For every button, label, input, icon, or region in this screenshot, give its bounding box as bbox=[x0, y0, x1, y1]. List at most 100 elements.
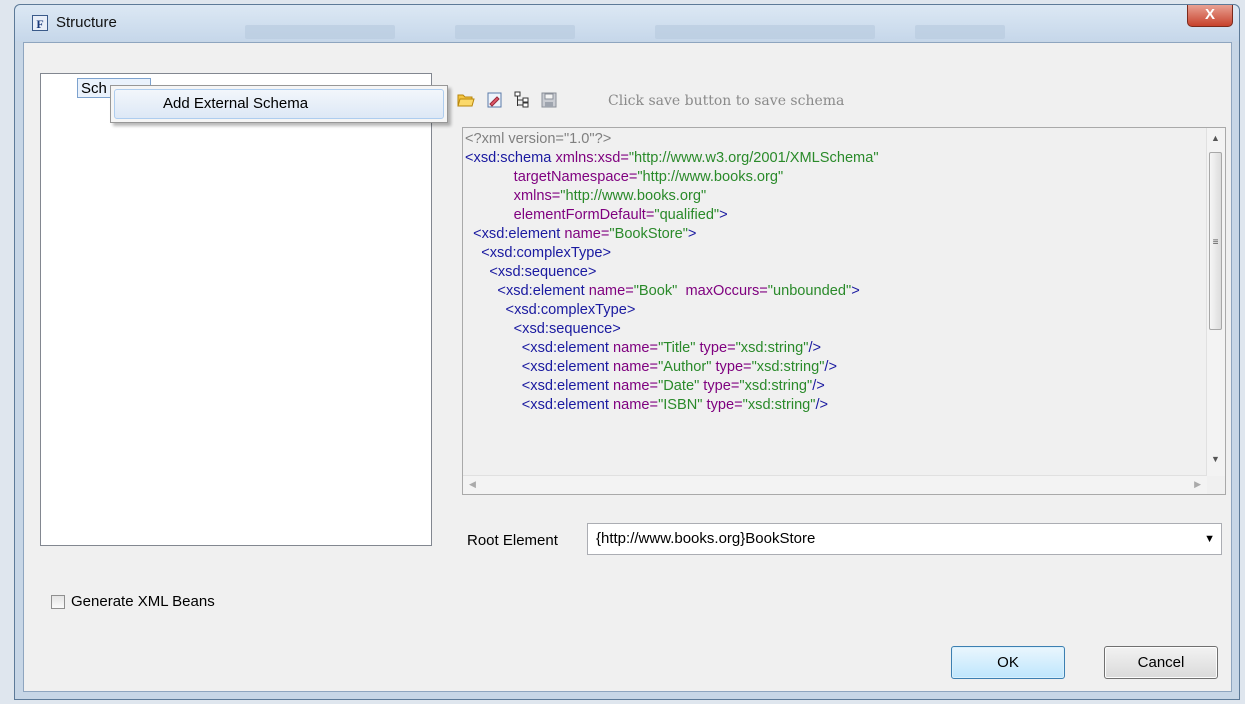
code-token: type= bbox=[695, 340, 736, 356]
code-token: name= bbox=[613, 397, 659, 413]
edit-document-icon[interactable] bbox=[486, 91, 504, 109]
tree-structure-icon[interactable] bbox=[514, 91, 532, 109]
schema-tree-panel[interactable]: Sch bbox=[40, 73, 432, 546]
code-token: <xsd:element bbox=[465, 359, 614, 375]
code-token: "http://www.w3.org/2001/XMLSchema" bbox=[628, 150, 879, 166]
code-token: > bbox=[851, 283, 860, 299]
scroll-up-icon[interactable]: ▲ bbox=[1211, 133, 1220, 143]
structure-dialog: F Structure X Sch Click save button to s… bbox=[14, 4, 1240, 700]
code-token: name= bbox=[613, 378, 659, 394]
root-element-select[interactable]: {http://www.books.org}BookStore ▼ bbox=[587, 523, 1222, 555]
code-token: <xsd:schema bbox=[465, 150, 556, 166]
code-token: elementFormDefault= bbox=[513, 207, 655, 223]
code-line: <xsd:complexType> bbox=[465, 301, 879, 320]
code-line: targetNamespace="http://www.books.org" bbox=[465, 168, 879, 187]
code-line: xmlns="http://www.books.org" bbox=[465, 187, 879, 206]
code-token: "Title" bbox=[658, 340, 696, 356]
close-button[interactable]: X bbox=[1187, 5, 1233, 27]
generate-xml-beans-label[interactable]: Generate XML Beans bbox=[71, 593, 215, 610]
code-line: <xsd:element name="Date" type="xsd:strin… bbox=[465, 377, 879, 396]
code-line: elementFormDefault="qualified"> bbox=[465, 206, 879, 225]
code-token: type= bbox=[711, 359, 752, 375]
code-token: <xsd:element bbox=[465, 283, 589, 299]
code-token: /> bbox=[815, 397, 829, 413]
schema-editor[interactable]: <?xml version="1.0"?> <xsd:schema xmlns:x… bbox=[462, 127, 1226, 495]
background-ghost bbox=[655, 25, 875, 39]
code-token: "xsd:string" bbox=[742, 397, 816, 413]
code-token: name= bbox=[588, 283, 634, 299]
code-token: "Book" bbox=[633, 283, 678, 299]
code-token: type= bbox=[702, 397, 743, 413]
window-title: Structure bbox=[56, 14, 117, 31]
code-line: <xsd:element name="BookStore"> bbox=[465, 225, 879, 244]
code-line: <xsd:schema xmlns:xsd="http://www.w3.org… bbox=[465, 149, 879, 168]
code-token: name= bbox=[613, 340, 659, 356]
code-token: type= bbox=[699, 378, 740, 394]
code-token: "http://www.books.org" bbox=[637, 169, 784, 185]
code-area[interactable]: <?xml version="1.0"?> <xsd:schema xmlns:x… bbox=[465, 130, 879, 415]
grip-icon: ≡ bbox=[1212, 237, 1219, 248]
code-token: /> bbox=[808, 340, 822, 356]
code-token: name= bbox=[564, 226, 610, 242]
title-bar[interactable]: F Structure X bbox=[15, 5, 1239, 41]
code-line: <xsd:element name="Book" maxOccurs="unbo… bbox=[465, 282, 879, 301]
code-token: targetNamespace= bbox=[513, 169, 638, 185]
code-token: "qualified" bbox=[654, 207, 720, 223]
code-token: <xsd:complexType> bbox=[465, 245, 612, 261]
code-token: xmlns:xsd= bbox=[555, 150, 629, 166]
code-token: maxOccurs= bbox=[677, 283, 768, 299]
save-disk-icon[interactable] bbox=[540, 91, 558, 109]
menu-item-add-external-schema[interactable]: Add External Schema bbox=[114, 89, 444, 119]
code-token: "xsd:string" bbox=[739, 378, 813, 394]
app-icon: F bbox=[32, 15, 48, 31]
code-token: xmlns= bbox=[513, 188, 561, 204]
code-token: <xsd:element bbox=[465, 226, 565, 242]
code-line: <xsd:element name="Title" type="xsd:stri… bbox=[465, 339, 879, 358]
code-line: <xsd:sequence> bbox=[465, 320, 879, 339]
code-token: <xsd:element bbox=[465, 378, 614, 394]
code-line: <xsd:sequence> bbox=[465, 263, 879, 282]
code-token: "BookStore" bbox=[609, 226, 688, 242]
vertical-scroll-thumb[interactable]: ≡ bbox=[1209, 152, 1222, 330]
code-token: "Author" bbox=[658, 359, 712, 375]
code-token: /> bbox=[812, 378, 825, 394]
code-token: "xsd:string" bbox=[751, 359, 825, 375]
code-token: "http://www.books.org" bbox=[560, 188, 707, 204]
code-line: <?xml version="1.0"?> bbox=[465, 130, 879, 149]
code-token: <xsd:sequence> bbox=[465, 264, 597, 280]
code-token: <xsd:complexType> bbox=[465, 302, 636, 318]
scroll-down-icon[interactable]: ▼ bbox=[1211, 454, 1220, 464]
background-ghost bbox=[455, 25, 575, 39]
scroll-right-icon[interactable]: ▶ bbox=[1194, 479, 1201, 490]
open-folder-icon[interactable] bbox=[457, 91, 475, 109]
code-line: <xsd:complexType> bbox=[465, 244, 879, 263]
horizontal-scrollbar[interactable]: ◀ ▶ bbox=[463, 475, 1207, 494]
vertical-scrollbar[interactable]: ▲ ≡ ▼ bbox=[1206, 128, 1225, 476]
background-ghost bbox=[245, 25, 395, 39]
code-token: "xsd:string" bbox=[735, 340, 809, 356]
code-token: name= bbox=[613, 359, 659, 375]
code-token: <xsd:element bbox=[465, 397, 614, 413]
context-menu: Add External Schema bbox=[110, 85, 448, 123]
background-ghost bbox=[915, 25, 1005, 39]
dialog-body: Sch Click save button to save schema <?x… bbox=[23, 42, 1232, 692]
root-element-label: Root Element bbox=[467, 532, 558, 549]
code-token: /> bbox=[824, 359, 837, 375]
code-line: <xsd:element name="ISBN" type="xsd:strin… bbox=[465, 396, 879, 415]
cancel-button[interactable]: Cancel bbox=[1104, 646, 1218, 679]
scroll-left-icon[interactable]: ◀ bbox=[469, 479, 476, 490]
code-token: <xsd:sequence> bbox=[465, 321, 621, 337]
chevron-down-icon[interactable]: ▼ bbox=[1204, 533, 1215, 545]
code-token: <?xml version="1.0"?> bbox=[465, 131, 612, 147]
code-token: "ISBN" bbox=[658, 397, 703, 413]
code-token: <xsd:element bbox=[465, 340, 614, 356]
ok-button[interactable]: OK bbox=[951, 646, 1065, 679]
generate-xml-beans-checkbox[interactable] bbox=[51, 595, 65, 609]
code-line: <xsd:element name="Author" type="xsd:str… bbox=[465, 358, 879, 377]
code-token: > bbox=[687, 226, 697, 242]
save-hint-text: Click save button to save schema bbox=[608, 93, 845, 109]
code-token: > bbox=[719, 207, 728, 223]
